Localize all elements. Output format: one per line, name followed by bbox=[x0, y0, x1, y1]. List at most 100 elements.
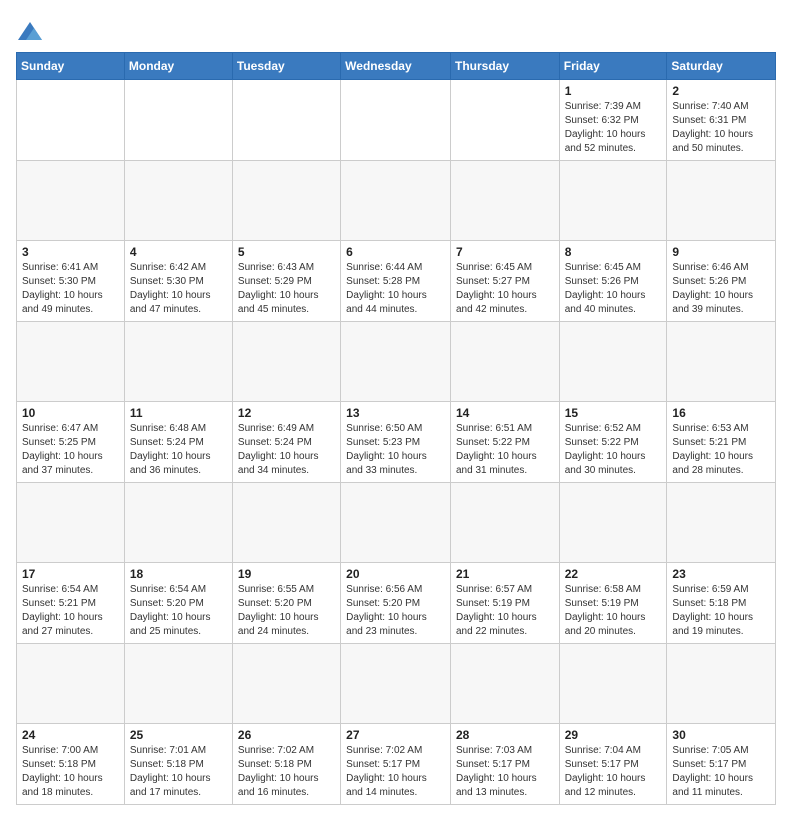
day-number: 13 bbox=[346, 406, 445, 420]
calendar-cell: 30 Sunrise: 7:05 AM Sunset: 5:17 PM Dayli… bbox=[667, 724, 776, 805]
day-info: Sunrise: 6:55 AM Sunset: 5:20 PM Dayligh… bbox=[238, 583, 335, 639]
day-info: Sunrise: 6:54 AM Sunset: 5:21 PM Dayligh… bbox=[22, 583, 119, 639]
header bbox=[16, 16, 776, 44]
calendar-cell: 25 Sunrise: 7:01 AM Sunset: 5:18 PM Dayli… bbox=[124, 724, 232, 805]
day-info: Sunrise: 7:00 AM Sunset: 5:18 PM Dayligh… bbox=[22, 744, 119, 800]
calendar-cell: 26 Sunrise: 7:02 AM Sunset: 5:18 PM Dayli… bbox=[232, 724, 340, 805]
week-separator bbox=[17, 161, 776, 241]
day-info: Sunrise: 7:04 AM Sunset: 5:17 PM Dayligh… bbox=[565, 744, 662, 800]
day-info: Sunrise: 6:42 AM Sunset: 5:30 PM Dayligh… bbox=[130, 261, 227, 317]
day-info: Sunrise: 7:02 AM Sunset: 5:18 PM Dayligh… bbox=[238, 744, 335, 800]
day-number: 15 bbox=[565, 406, 662, 420]
calendar-cell: 20Sunrise: 6:56 AM Sunset: 5:20 PM Dayli… bbox=[341, 563, 451, 644]
day-info: Sunrise: 7:01 AM Sunset: 5:18 PM Dayligh… bbox=[130, 744, 227, 800]
day-number: 21 bbox=[456, 567, 554, 581]
day-info: Sunrise: 6:57 AM Sunset: 5:19 PM Dayligh… bbox=[456, 583, 554, 639]
calendar-week-5: 24 Sunrise: 7:00 AM Sunset: 5:18 PM Dayli… bbox=[17, 724, 776, 805]
day-number: 30 bbox=[672, 728, 770, 742]
calendar-cell: 3Sunrise: 6:41 AM Sunset: 5:30 PM Daylig… bbox=[17, 241, 125, 322]
calendar-cell: 14 Sunrise: 6:51 AM Sunset: 5:22 PM Dayli… bbox=[450, 402, 559, 483]
calendar-header-friday: Friday bbox=[559, 53, 667, 80]
day-number: 1 bbox=[565, 84, 662, 98]
day-info: Sunrise: 6:45 AM Sunset: 5:27 PM Dayligh… bbox=[456, 261, 554, 317]
week-separator bbox=[17, 322, 776, 402]
calendar-cell: 13 Sunrise: 6:50 AM Sunset: 5:23 PM Dayli… bbox=[341, 402, 451, 483]
day-info: Sunrise: 6:49 AM Sunset: 5:24 PM Dayligh… bbox=[238, 422, 335, 478]
calendar-header-thursday: Thursday bbox=[450, 53, 559, 80]
calendar-week-2: 3Sunrise: 6:41 AM Sunset: 5:30 PM Daylig… bbox=[17, 241, 776, 322]
day-number: 28 bbox=[456, 728, 554, 742]
day-number: 19 bbox=[238, 567, 335, 581]
calendar-header-wednesday: Wednesday bbox=[341, 53, 451, 80]
calendar-cell: 18 Sunrise: 6:54 AM Sunset: 5:20 PM Dayli… bbox=[124, 563, 232, 644]
calendar-cell: 5 Sunrise: 6:43 AM Sunset: 5:29 PM Daylig… bbox=[232, 241, 340, 322]
day-number: 3 bbox=[22, 245, 119, 259]
calendar-cell bbox=[232, 80, 340, 161]
calendar-cell: 10 Sunrise: 6:47 AM Sunset: 5:25 PM Dayli… bbox=[17, 402, 125, 483]
calendar-cell: 11 Sunrise: 6:48 AM Sunset: 5:24 PM Dayli… bbox=[124, 402, 232, 483]
calendar-week-4: 17Sunrise: 6:54 AM Sunset: 5:21 PM Dayli… bbox=[17, 563, 776, 644]
calendar-header-row: SundayMondayTuesdayWednesdayThursdayFrid… bbox=[17, 53, 776, 80]
day-info: Sunrise: 6:48 AM Sunset: 5:24 PM Dayligh… bbox=[130, 422, 227, 478]
day-info: Sunrise: 6:43 AM Sunset: 5:29 PM Dayligh… bbox=[238, 261, 335, 317]
day-info: Sunrise: 7:05 AM Sunset: 5:17 PM Dayligh… bbox=[672, 744, 770, 800]
week-separator bbox=[17, 483, 776, 563]
day-info: Sunrise: 6:51 AM Sunset: 5:22 PM Dayligh… bbox=[456, 422, 554, 478]
day-info: Sunrise: 7:03 AM Sunset: 5:17 PM Dayligh… bbox=[456, 744, 554, 800]
calendar-cell: 9 Sunrise: 6:46 AM Sunset: 5:26 PM Daylig… bbox=[667, 241, 776, 322]
day-info: Sunrise: 6:52 AM Sunset: 5:22 PM Dayligh… bbox=[565, 422, 662, 478]
calendar-header-sunday: Sunday bbox=[17, 53, 125, 80]
day-number: 6 bbox=[346, 245, 445, 259]
calendar-cell: 24 Sunrise: 7:00 AM Sunset: 5:18 PM Dayli… bbox=[17, 724, 125, 805]
calendar-week-3: 10 Sunrise: 6:47 AM Sunset: 5:25 PM Dayli… bbox=[17, 402, 776, 483]
day-info: Sunrise: 6:47 AM Sunset: 5:25 PM Dayligh… bbox=[22, 422, 119, 478]
calendar-header-tuesday: Tuesday bbox=[232, 53, 340, 80]
day-number: 5 bbox=[238, 245, 335, 259]
calendar-cell: 4Sunrise: 6:42 AM Sunset: 5:30 PM Daylig… bbox=[124, 241, 232, 322]
day-number: 29 bbox=[565, 728, 662, 742]
day-number: 24 bbox=[22, 728, 119, 742]
day-info: Sunrise: 6:59 AM Sunset: 5:18 PM Dayligh… bbox=[672, 583, 770, 639]
calendar-cell: 6 Sunrise: 6:44 AM Sunset: 5:28 PM Daylig… bbox=[341, 241, 451, 322]
calendar-cell: 27 Sunrise: 7:02 AM Sunset: 5:17 PM Dayli… bbox=[341, 724, 451, 805]
day-info: Sunrise: 6:58 AM Sunset: 5:19 PM Dayligh… bbox=[565, 583, 662, 639]
calendar-cell: 23 Sunrise: 6:59 AM Sunset: 5:18 PM Dayli… bbox=[667, 563, 776, 644]
day-info: Sunrise: 6:54 AM Sunset: 5:20 PM Dayligh… bbox=[130, 583, 227, 639]
day-number: 8 bbox=[565, 245, 662, 259]
day-number: 22 bbox=[565, 567, 662, 581]
calendar-header-saturday: Saturday bbox=[667, 53, 776, 80]
calendar-cell: 21 Sunrise: 6:57 AM Sunset: 5:19 PM Dayli… bbox=[450, 563, 559, 644]
day-number: 12 bbox=[238, 406, 335, 420]
day-number: 18 bbox=[130, 567, 227, 581]
logo-icon bbox=[16, 20, 44, 44]
calendar-cell bbox=[341, 80, 451, 161]
calendar-cell: 29 Sunrise: 7:04 AM Sunset: 5:17 PM Dayli… bbox=[559, 724, 667, 805]
week-separator bbox=[17, 644, 776, 724]
day-number: 26 bbox=[238, 728, 335, 742]
calendar-cell: 22 Sunrise: 6:58 AM Sunset: 5:19 PM Dayli… bbox=[559, 563, 667, 644]
day-number: 11 bbox=[130, 406, 227, 420]
day-number: 7 bbox=[456, 245, 554, 259]
day-info: Sunrise: 6:50 AM Sunset: 5:23 PM Dayligh… bbox=[346, 422, 445, 478]
day-number: 27 bbox=[346, 728, 445, 742]
day-number: 2 bbox=[672, 84, 770, 98]
day-info: Sunrise: 7:02 AM Sunset: 5:17 PM Dayligh… bbox=[346, 744, 445, 800]
day-number: 16 bbox=[672, 406, 770, 420]
day-number: 23 bbox=[672, 567, 770, 581]
day-info: Sunrise: 6:45 AM Sunset: 5:26 PM Dayligh… bbox=[565, 261, 662, 317]
day-info: Sunrise: 7:40 AM Sunset: 6:31 PM Dayligh… bbox=[672, 100, 770, 156]
day-info: Sunrise: 6:44 AM Sunset: 5:28 PM Dayligh… bbox=[346, 261, 445, 317]
calendar-cell: 12 Sunrise: 6:49 AM Sunset: 5:24 PM Dayli… bbox=[232, 402, 340, 483]
day-info: Sunrise: 6:46 AM Sunset: 5:26 PM Dayligh… bbox=[672, 261, 770, 317]
calendar-cell: 1Sunrise: 7:39 AM Sunset: 6:32 PM Daylig… bbox=[559, 80, 667, 161]
calendar-cell: 2 Sunrise: 7:40 AM Sunset: 6:31 PM Daylig… bbox=[667, 80, 776, 161]
calendar-cell: 8 Sunrise: 6:45 AM Sunset: 5:26 PM Daylig… bbox=[559, 241, 667, 322]
day-number: 10 bbox=[22, 406, 119, 420]
calendar-cell bbox=[124, 80, 232, 161]
day-info: Sunrise: 6:53 AM Sunset: 5:21 PM Dayligh… bbox=[672, 422, 770, 478]
day-number: 9 bbox=[672, 245, 770, 259]
logo bbox=[16, 20, 48, 44]
calendar-table: SundayMondayTuesdayWednesdayThursdayFrid… bbox=[16, 52, 776, 805]
day-number: 25 bbox=[130, 728, 227, 742]
day-number: 14 bbox=[456, 406, 554, 420]
